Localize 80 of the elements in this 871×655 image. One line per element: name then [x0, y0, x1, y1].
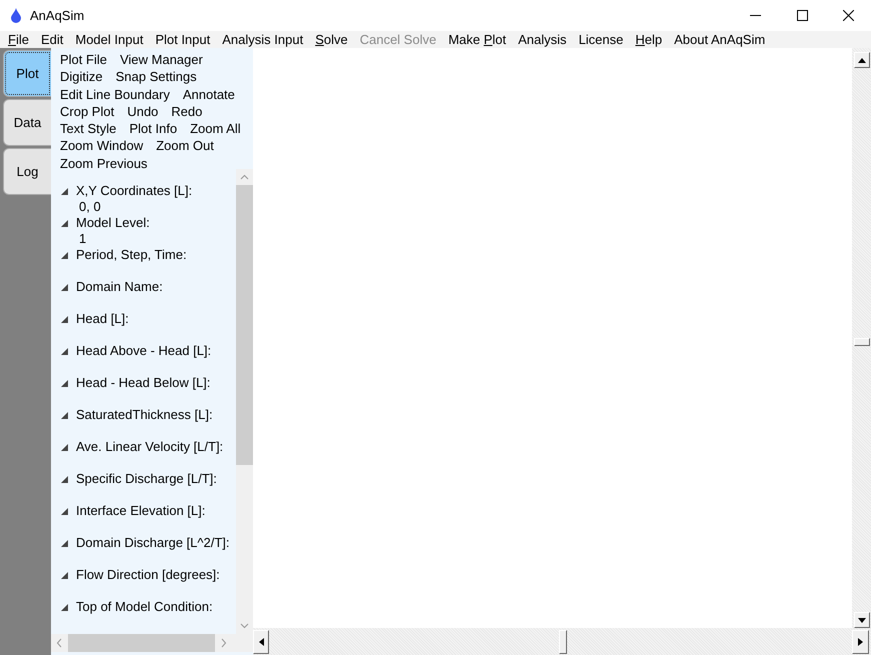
menu-item[interactable]: Model Input — [69, 31, 150, 48]
close-icon[interactable] — [843, 10, 854, 21]
property-label: X,Y Coordinates [L]: — [76, 183, 192, 199]
scrollbar-thumb[interactable] — [854, 338, 870, 346]
property-label: Flow Direction [degrees]: — [76, 567, 220, 583]
expanded-icon[interactable] — [61, 604, 68, 610]
command-link[interactable]: View Manager — [120, 51, 203, 68]
scroll-up-button[interactable] — [854, 52, 870, 68]
property-label: Head Above - Head [L]: — [76, 343, 212, 359]
expanded-icon[interactable] — [61, 220, 68, 226]
expanded-icon[interactable] — [61, 444, 68, 450]
property-label: Head - Head Below [L]: — [76, 375, 210, 391]
expanded-icon[interactable] — [61, 412, 68, 418]
scroll-down-button[interactable] — [854, 612, 870, 628]
property-value: 0, 0 — [78, 199, 101, 215]
expanded-icon[interactable] — [61, 380, 68, 386]
command-link[interactable]: Crop Plot — [60, 102, 114, 120]
property-label: Model Level: — [76, 215, 150, 231]
side-tab[interactable]: Data — [3, 99, 52, 146]
property-label: Interface Elevation [L]: — [76, 503, 206, 519]
menu-item[interactable]: Plot Input — [149, 31, 216, 48]
menu-item[interactable]: License — [572, 31, 630, 48]
scrollbar[interactable] — [852, 48, 871, 628]
expanded-icon[interactable] — [61, 508, 68, 514]
expanded-icon[interactable] — [61, 252, 68, 258]
menu-item[interactable]: Make Plot — [442, 31, 512, 48]
scrollbar-thumb[interactable] — [236, 185, 253, 465]
side-tab[interactable]: Plot — [3, 50, 52, 97]
menu-item[interactable]: Analysis — [512, 31, 573, 48]
command-link[interactable]: Digitize — [60, 68, 103, 86]
right-arrow-icon — [858, 638, 863, 646]
water-drop-icon — [11, 8, 21, 23]
expanded-icon[interactable] — [61, 316, 68, 322]
expanded-icon[interactable] — [61, 572, 68, 578]
property-label: Domain Name: — [76, 279, 163, 295]
menu-item[interactable]: About AnAqSim — [668, 31, 772, 48]
expanded-icon[interactable] — [61, 476, 68, 482]
maximize-icon[interactable] — [797, 10, 808, 21]
property-label: Period, Step, Time: — [76, 247, 187, 263]
property-label: Ave. Linear Velocity [L/T]: — [76, 439, 224, 455]
down-arrow-icon — [858, 618, 866, 622]
scrollbar-thumb[interactable] — [68, 634, 215, 652]
property-value: 1 — [78, 231, 86, 247]
command-link[interactable]: Edit Line Boundary — [60, 86, 170, 103]
menu-item[interactable]: Help — [629, 31, 668, 48]
expanded-icon[interactable] — [61, 284, 68, 290]
expanded-icon[interactable] — [61, 188, 68, 194]
command-link[interactable]: Undo — [127, 102, 158, 120]
scrollbar[interactable] — [51, 634, 253, 652]
menu-item[interactable]: Edit — [34, 31, 70, 48]
property-label: Specific Discharge [L/T]: — [76, 471, 217, 487]
left-arrow-icon — [258, 638, 264, 646]
scroll-left-button[interactable] — [253, 630, 269, 654]
command-link[interactable]: Plot Info — [129, 120, 178, 138]
property-label: Domain Discharge [L^2/T]: — [76, 535, 230, 551]
window-title: AnAqSim — [30, 6, 84, 25]
expanded-icon[interactable] — [61, 348, 68, 354]
side-tab[interactable]: Log — [3, 148, 52, 195]
command-link[interactable]: Zoom Out — [156, 137, 214, 155]
command-link[interactable]: Zoom All — [190, 120, 241, 138]
up-arrow-icon — [858, 58, 866, 62]
menu-item[interactable]: File — [2, 31, 35, 48]
command-link[interactable]: Zoom Window — [60, 137, 144, 155]
property-label: SaturatedThickness [L]: — [76, 407, 213, 423]
menu-item[interactable]: Solve — [309, 31, 354, 48]
scroll-right-button[interactable] — [852, 630, 869, 654]
command-link[interactable]: Text Style — [60, 120, 116, 138]
command-link[interactable]: Annotate — [182, 86, 235, 103]
expanded-icon[interactable] — [61, 540, 68, 546]
command-link[interactable]: Plot File — [60, 51, 107, 68]
property-label: Head [L]: — [76, 311, 129, 327]
menu-item[interactable]: Analysis Input — [216, 31, 310, 48]
scrollbar-thumb[interactable] — [559, 630, 567, 654]
command-link[interactable]: Redo — [171, 102, 202, 120]
command-link[interactable]: Zoom Previous — [60, 154, 148, 172]
command-link[interactable]: Snap Settings — [116, 68, 197, 86]
property-label: Top of Model Condition: — [76, 599, 213, 615]
scrollbar[interactable] — [253, 628, 871, 655]
scrollbar[interactable] — [236, 169, 253, 634]
minimize-icon[interactable] — [750, 14, 761, 16]
